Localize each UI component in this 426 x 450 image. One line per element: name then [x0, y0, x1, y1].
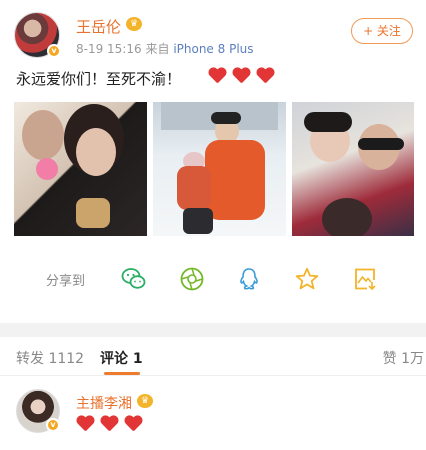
heart-icon	[208, 68, 227, 85]
comment-item: v 主播李湘 ♛	[14, 386, 414, 446]
post-hearts	[208, 68, 275, 85]
photo-grid	[14, 102, 414, 236]
heart-icon	[100, 416, 119, 433]
save-image-icon[interactable]	[352, 266, 378, 292]
tab-active-indicator	[104, 372, 140, 375]
post-text: 永远爱你们！至死不渝！	[16, 70, 182, 88]
post-meta: 8-19 15:16 来自 iPhone 8 Plus	[76, 40, 254, 57]
post-date: 8-19 15:16	[76, 42, 142, 56]
share-label: 分享到	[46, 274, 86, 289]
favorite-icon[interactable]	[294, 266, 320, 292]
post-device[interactable]: iPhone 8 Plus	[173, 42, 253, 56]
verified-badge-icon: v	[47, 44, 61, 58]
wechat-icon[interactable]	[121, 266, 147, 292]
heart-icon	[232, 68, 251, 85]
share-bar: 分享到	[14, 262, 414, 298]
follow-button[interactable]: + 关注	[351, 18, 413, 44]
author-name[interactable]: 王岳伦	[76, 16, 121, 37]
interaction-tabs: 转发 1112 评论 1 赞 1万	[0, 340, 426, 376]
tab-comment[interactable]: 评论 1	[100, 348, 143, 368]
section-divider	[0, 323, 426, 337]
verified-badge-icon: v	[46, 418, 60, 432]
heart-icon	[76, 416, 95, 433]
moments-icon[interactable]	[179, 266, 205, 292]
photo-3[interactable]	[292, 102, 414, 236]
post-via: 来自	[145, 42, 170, 56]
photo-2[interactable]	[153, 102, 286, 236]
heart-icon	[256, 68, 275, 85]
tab-repost[interactable]: 转发 1112	[16, 348, 84, 368]
comment-hearts	[76, 416, 143, 433]
heart-icon	[124, 416, 143, 433]
crown-icon: ♛	[137, 394, 153, 408]
post-header: v 王岳伦 ♛ 8-19 15:16 来自 iPhone 8 Plus + 关注	[14, 8, 414, 60]
qq-icon[interactable]	[236, 266, 262, 292]
commenter-name[interactable]: 主播李湘	[76, 393, 132, 413]
photo-1[interactable]	[14, 102, 147, 236]
crown-icon: ♛	[126, 17, 142, 31]
tab-like[interactable]: 赞 1万	[383, 348, 424, 368]
